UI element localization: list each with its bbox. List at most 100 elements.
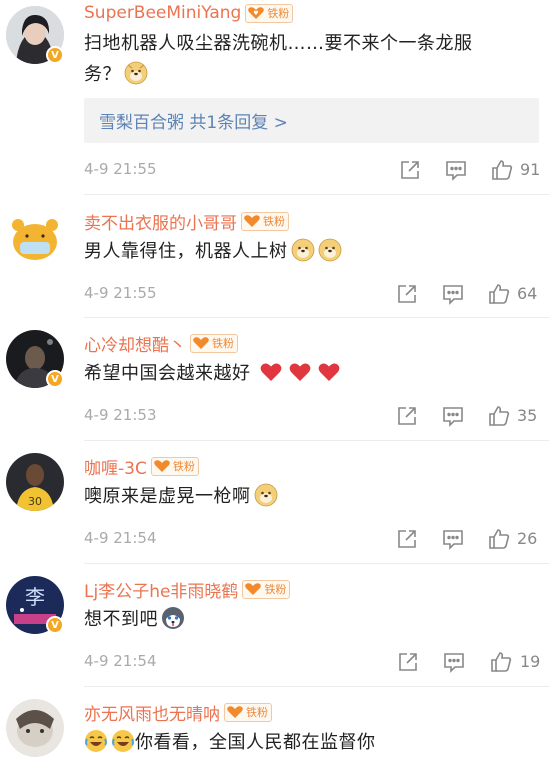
comment-body: 想不到吧 [84,609,158,630]
fan-heart-icon: ♥ [248,7,265,19]
avatar-text: 李 [25,585,45,609]
heart-emoticon-icon [317,360,341,384]
comment-icon[interactable] [441,282,465,306]
like-icon[interactable] [487,404,511,428]
comment-header: Lj李公子he非雨晓鹤 铁粉 [84,576,291,602]
like-icon[interactable] [487,527,511,551]
fan-badge: 铁粉 [224,702,272,722]
comment-header: 卖不出衣服的小哥哥 铁粉 [84,208,289,234]
username[interactable]: 卖不出衣服的小哥哥 [84,209,237,234]
fan-heart-icon [245,583,262,595]
share-icon[interactable] [396,650,420,674]
like-count: 35 [517,406,538,425]
fan-heart-icon [244,215,260,227]
fan-heart-icon [154,460,170,472]
avatar[interactable]: 30 [6,453,64,511]
doge-emoticon-icon [124,61,148,85]
comment-meta: 4-9 21:54 26 [84,527,549,551]
comment-item: 30 咖喱-3C 铁粉 噢原来是虚晃一枪啊 4-9 21:54 26 [0,441,549,564]
comment-time: 4-9 21:54 [84,529,157,547]
comment-header: 亦无风雨也无晴呐 铁粉 [84,699,272,725]
avatar[interactable] [6,208,64,266]
comment-icon[interactable] [444,158,468,182]
reply-link[interactable]: 雪梨百合粥 共1条回复 > [99,108,288,133]
divider [84,194,549,195]
comment-item: V 心冷却想酷丶 铁粉 希望中国会越来越好 4-9 21:53 35 [0,318,549,441]
comment-text: 扫地机器人吸尘器洗碗机……要不来个一条龙服务？ [84,28,484,90]
share-icon[interactable] [395,282,419,306]
comment-body: 噢原来是虚晃一枪啊 [84,486,251,507]
comment-icon[interactable] [441,527,465,551]
comment-item: V SuperBeeMiniYang ♥ 铁粉 扫地机器人吸尘器洗碗机……要不来… [0,0,549,195]
comment-body: 男人靠得住，机器人上树 [84,241,288,262]
laugh-cry-emoticon-icon [111,729,135,753]
fan-badge: ♥ 铁粉 [245,3,294,23]
comment-text: 男人靠得住，机器人上树 [84,236,484,267]
fan-badge: 铁粉 [150,456,199,476]
comment-icon[interactable] [441,404,465,428]
comment-item: 亦无风雨也无晴呐 铁粉 你看看，全国人民都在监督你 [0,687,549,774]
like-icon[interactable] [487,282,511,306]
verified-badge: V [46,46,64,64]
comment-feed: V SuperBeeMiniYang ♥ 铁粉 扫地机器人吸尘器洗碗机……要不来… [0,0,549,774]
like-count: 26 [517,529,538,548]
like-icon[interactable] [489,650,513,674]
comment-meta: 4-9 21:54 19 [84,650,549,674]
share-icon[interactable] [398,158,422,182]
like-count: 91 [520,160,541,179]
heart-emoticon-icon [259,360,283,384]
doge-emoticon-icon [318,238,342,262]
reply-summary[interactable]: 雪梨百合粥 共1条回复 > [84,98,539,143]
comment-time: 4-9 21:54 [84,652,157,670]
comment-body: 你看看，全国人民都在监督你 [135,732,376,753]
username[interactable]: SuperBeeMiniYang [84,3,241,23]
comment-header: SuperBeeMiniYang ♥ 铁粉 [84,0,294,26]
husky-emoticon-icon [161,606,185,630]
comment-meta: 4-9 21:55 64 [84,282,549,306]
fan-badge: 铁粉 [242,579,291,599]
fan-badge-label: 铁粉 [264,583,287,596]
comment-text: 噢原来是虚晃一枪啊 [84,481,484,512]
laugh-cry-emoticon-icon [84,729,108,753]
comment-icon[interactable] [442,650,466,674]
fan-badge-label: 铁粉 [246,706,268,719]
comment-time: 4-9 21:55 [84,160,157,178]
share-icon[interactable] [395,527,419,551]
username[interactable]: 亦无风雨也无晴呐 [84,700,220,725]
fan-heart-icon [193,337,209,349]
doge-emoticon-icon [291,238,315,262]
fan-badge-label: 铁粉 [172,460,195,473]
username[interactable]: 咖喱-3C [84,454,147,479]
like-count: 19 [520,652,541,671]
verified-badge: V [46,370,64,388]
like-count: 64 [517,284,538,303]
username[interactable]: Lj李公子he非雨晓鹤 [84,577,238,602]
verified-badge: V [46,616,64,634]
comment-meta: 4-9 21:53 35 [84,404,549,428]
comment-time: 4-9 21:55 [84,284,157,302]
fan-badge-label: 铁粉 [263,215,285,228]
share-icon[interactable] [395,404,419,428]
comment-body: 希望中国会越来越好 [84,363,251,384]
fan-badge: 铁粉 [241,211,289,231]
fan-heart-icon [227,706,243,718]
comment-header: 咖喱-3C 铁粉 [84,453,199,479]
svg-text:♥: ♥ [254,10,259,17]
like-icon[interactable] [490,158,514,182]
avatar[interactable] [6,699,64,757]
username[interactable]: 心冷却想酷丶 [84,331,186,356]
fan-badge: 铁粉 [190,333,238,353]
comment-header: 心冷却想酷丶 铁粉 [84,330,238,356]
fan-badge-label: 铁粉 [212,337,234,350]
comment-text: 你看看，全国人民都在监督你 [84,727,484,758]
svg-text:30: 30 [28,495,42,508]
doge-emoticon-icon [254,483,278,507]
heart-emoticon-icon [288,360,312,384]
comment-time: 4-9 21:53 [84,406,157,424]
fan-badge-label: 铁粉 [267,7,290,20]
comment-item: 卖不出衣服的小哥哥 铁粉 男人靠得住，机器人上树 4-9 21:55 64 [0,196,549,318]
comment-item: 李 V Lj李公子he非雨晓鹤 铁粉 想不到吧 4-9 21:54 19 [0,564,549,687]
comment-text: 想不到吧 [84,604,484,635]
comment-meta: 4-9 21:55 91 [84,158,549,182]
comment-text: 希望中国会越来越好 [84,358,484,389]
